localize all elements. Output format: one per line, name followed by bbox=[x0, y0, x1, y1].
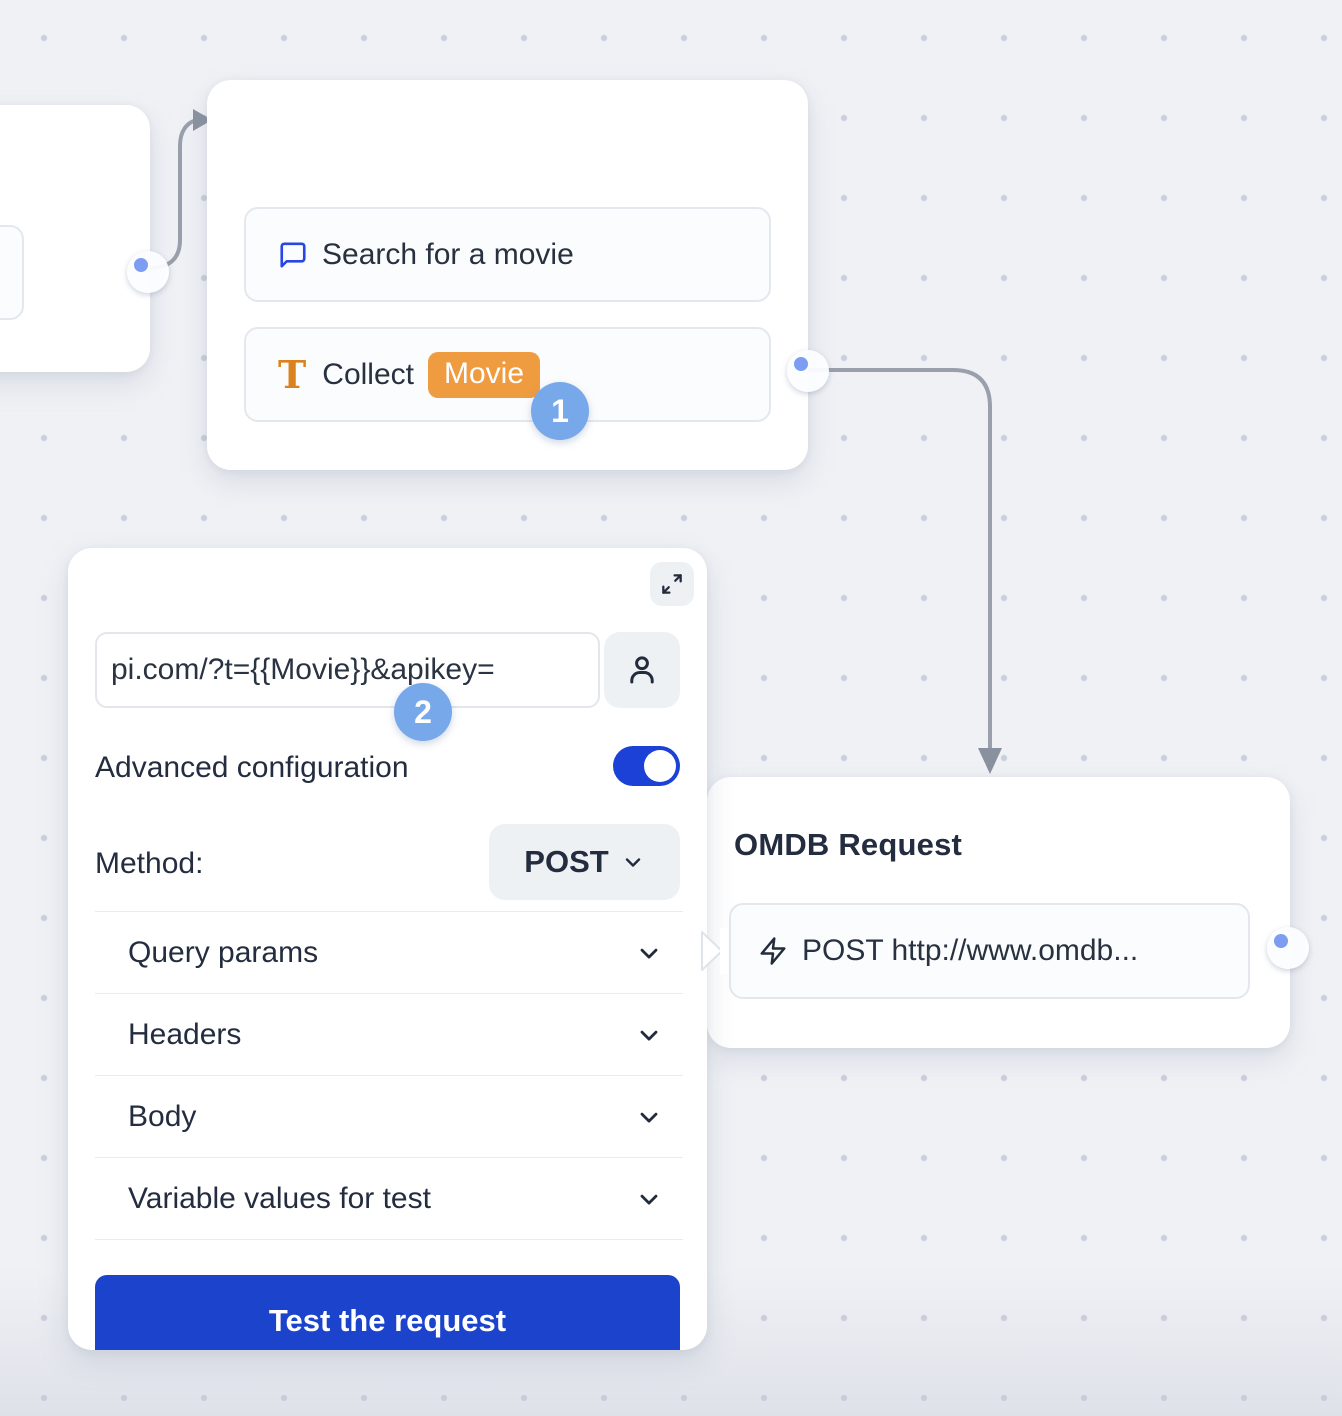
chevron-down-icon bbox=[635, 1021, 663, 1049]
method-label: Method: bbox=[95, 847, 203, 881]
section-label: Headers bbox=[128, 1018, 635, 1052]
webhook-url-input[interactable] bbox=[95, 632, 600, 708]
connector-movie-search-to-omdb bbox=[810, 370, 990, 752]
person-icon bbox=[624, 652, 660, 688]
expand-icon bbox=[659, 571, 685, 597]
node-item-search-for-a-movie[interactable]: Search for a movie bbox=[244, 207, 771, 302]
chat-bubble-icon bbox=[278, 240, 308, 270]
chevron-down-icon bbox=[621, 850, 645, 874]
variable-badge-movie[interactable]: Movie bbox=[428, 352, 540, 398]
advanced-configuration-toggle[interactable] bbox=[613, 746, 680, 786]
expand-button[interactable] bbox=[650, 562, 694, 606]
movie-search-node-card[interactable]: Movie search Search for a movie T Collec… bbox=[207, 80, 808, 470]
output-port-previous-node[interactable] bbox=[127, 251, 169, 293]
text-input-icon: T bbox=[278, 356, 306, 394]
omdb-request-node-card[interactable]: OMDB Request POST http://www.omdb... bbox=[707, 777, 1290, 1048]
method-select[interactable]: POST bbox=[489, 824, 680, 900]
test-the-request-button[interactable]: Test the request bbox=[95, 1275, 680, 1350]
section-label: Body bbox=[128, 1100, 635, 1134]
connector-prev-to-movie-search bbox=[149, 120, 200, 268]
chevron-down-icon bbox=[635, 939, 663, 967]
chevron-down-icon bbox=[635, 1185, 663, 1213]
toggle-knob bbox=[644, 750, 676, 782]
node-item-collect-movie[interactable]: T Collect Movie bbox=[244, 327, 771, 422]
method-value: POST bbox=[524, 844, 608, 880]
section-headers[interactable]: Headers bbox=[95, 993, 683, 1075]
webhook-config-panel[interactable]: Advanced configuration Method: POST Quer… bbox=[68, 548, 707, 1350]
node-title: OMDB Request bbox=[734, 827, 962, 863]
step-badge-2: 2 bbox=[394, 683, 452, 741]
node-item-label: Search for a movie bbox=[322, 238, 574, 272]
omdb-input-notch bbox=[696, 928, 728, 974]
user-variable-button[interactable] bbox=[604, 632, 680, 708]
section-query-params[interactable]: Query params bbox=[95, 911, 683, 993]
output-port-omdb-request[interactable] bbox=[1267, 927, 1309, 969]
step-badge-1: 1 bbox=[531, 382, 589, 440]
section-variable-values-for-test[interactable]: Variable values for test bbox=[95, 1157, 683, 1239]
advanced-configuration-label: Advanced configuration bbox=[95, 751, 409, 785]
previous-node-card[interactable] bbox=[0, 105, 150, 372]
node-item-label: Collect bbox=[322, 358, 414, 392]
arrowhead-into-omdb bbox=[978, 748, 1002, 774]
chevron-down-icon bbox=[635, 1103, 663, 1131]
section-label: Variable values for test bbox=[128, 1182, 635, 1216]
node-item-label: POST http://www.omdb... bbox=[802, 934, 1138, 968]
previous-node-item[interactable] bbox=[0, 225, 24, 320]
output-port-movie-search[interactable] bbox=[787, 350, 829, 392]
section-label: Query params bbox=[128, 936, 635, 970]
section-body[interactable]: Body bbox=[95, 1075, 683, 1157]
node-item-omdb-post[interactable]: POST http://www.omdb... bbox=[729, 903, 1250, 999]
config-sections: Query params Headers Body Variable value… bbox=[95, 911, 683, 1240]
zap-icon bbox=[758, 936, 788, 966]
